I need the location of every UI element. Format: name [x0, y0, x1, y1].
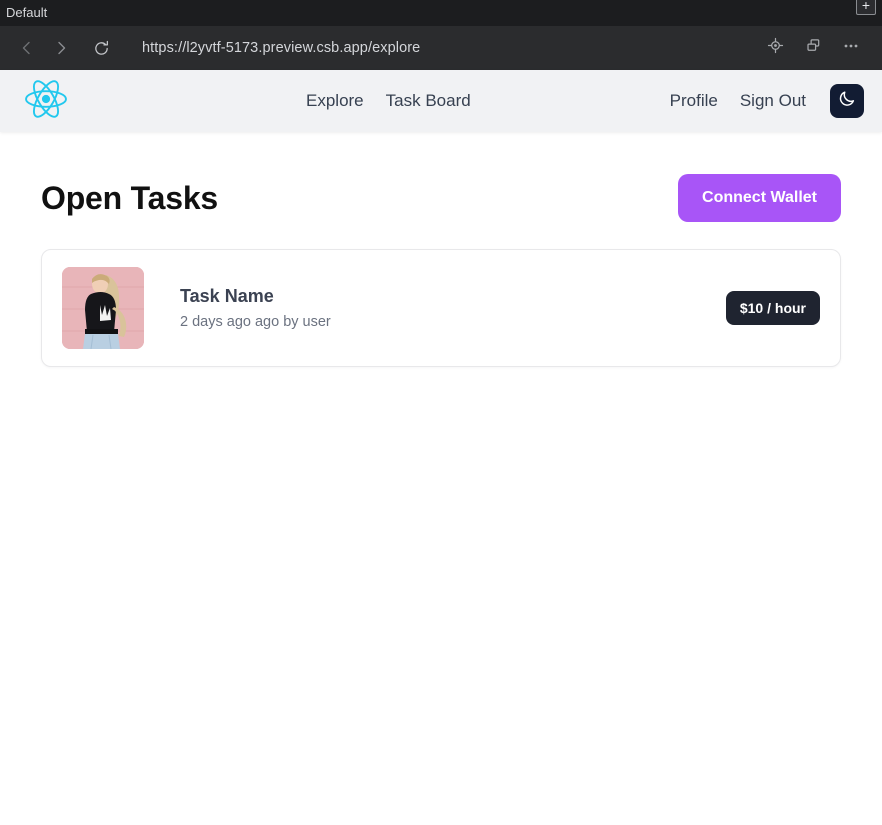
address-bar[interactable]: https://l2yvtf-5173.preview.csb.app/expl… [118, 33, 758, 63]
task-list: Task Name 2 days ago ago by user $10 / h… [41, 249, 841, 367]
theme-toggle-button[interactable] [830, 84, 864, 118]
capture-target-icon [767, 37, 784, 59]
primary-nav: Explore Task Board [306, 91, 471, 111]
reload-button[interactable] [84, 31, 118, 65]
task-name: Task Name [180, 286, 274, 306]
person-photo-thumbnail [62, 267, 144, 349]
toolbar-actions [758, 31, 872, 65]
react-logo-icon [22, 77, 70, 126]
task-thumbnail [62, 267, 144, 349]
url-text: https://l2yvtf-5173.preview.csb.app/expl… [142, 40, 421, 56]
back-button[interactable] [10, 31, 44, 65]
nav-item-profile[interactable]: Profile [670, 91, 718, 111]
capture-button[interactable] [758, 31, 792, 65]
moon-icon [838, 89, 857, 113]
nav-item-sign-out[interactable]: Sign Out [740, 91, 806, 111]
split-window-button[interactable] [796, 31, 830, 65]
split-window-icon [805, 37, 822, 59]
browser-profile-label: Default [6, 5, 48, 20]
task-card[interactable]: Task Name 2 days ago ago by user $10 / h… [41, 249, 841, 367]
back-arrow-icon [18, 39, 36, 57]
more-options-icon [842, 37, 860, 60]
new-tab-button[interactable]: + [856, 0, 876, 15]
task-meta: 2 days ago ago by user [180, 314, 331, 330]
app-header: Explore Task Board Profile Sign Out [0, 70, 882, 132]
page-content: Open Tasks Connect Wallet Task Name 2 da… [0, 132, 882, 367]
nav-item-task-board[interactable]: Task Board [386, 91, 471, 111]
page-title: Open Tasks [41, 180, 219, 216]
forward-arrow-icon [52, 39, 70, 57]
browser-chrome: Default + https://l2yvtf-5173.preview.cs… [0, 0, 882, 70]
nav-item-explore[interactable]: Explore [306, 91, 364, 111]
app-logo[interactable] [20, 75, 72, 127]
connect-wallet-button[interactable]: Connect Wallet [678, 174, 841, 222]
page-header-row: Open Tasks Connect Wallet [41, 132, 841, 222]
forward-button[interactable] [44, 31, 78, 65]
browser-tabstrip: Default + [0, 0, 882, 26]
browser-toolbar: https://l2yvtf-5173.preview.csb.app/expl… [0, 26, 882, 70]
reload-icon [93, 40, 110, 57]
task-rate-badge: $10 / hour [725, 291, 820, 325]
secondary-nav: Profile Sign Out [670, 84, 864, 118]
more-options-button[interactable] [834, 31, 868, 65]
task-details: Task Name 2 days ago ago by user [180, 285, 331, 331]
